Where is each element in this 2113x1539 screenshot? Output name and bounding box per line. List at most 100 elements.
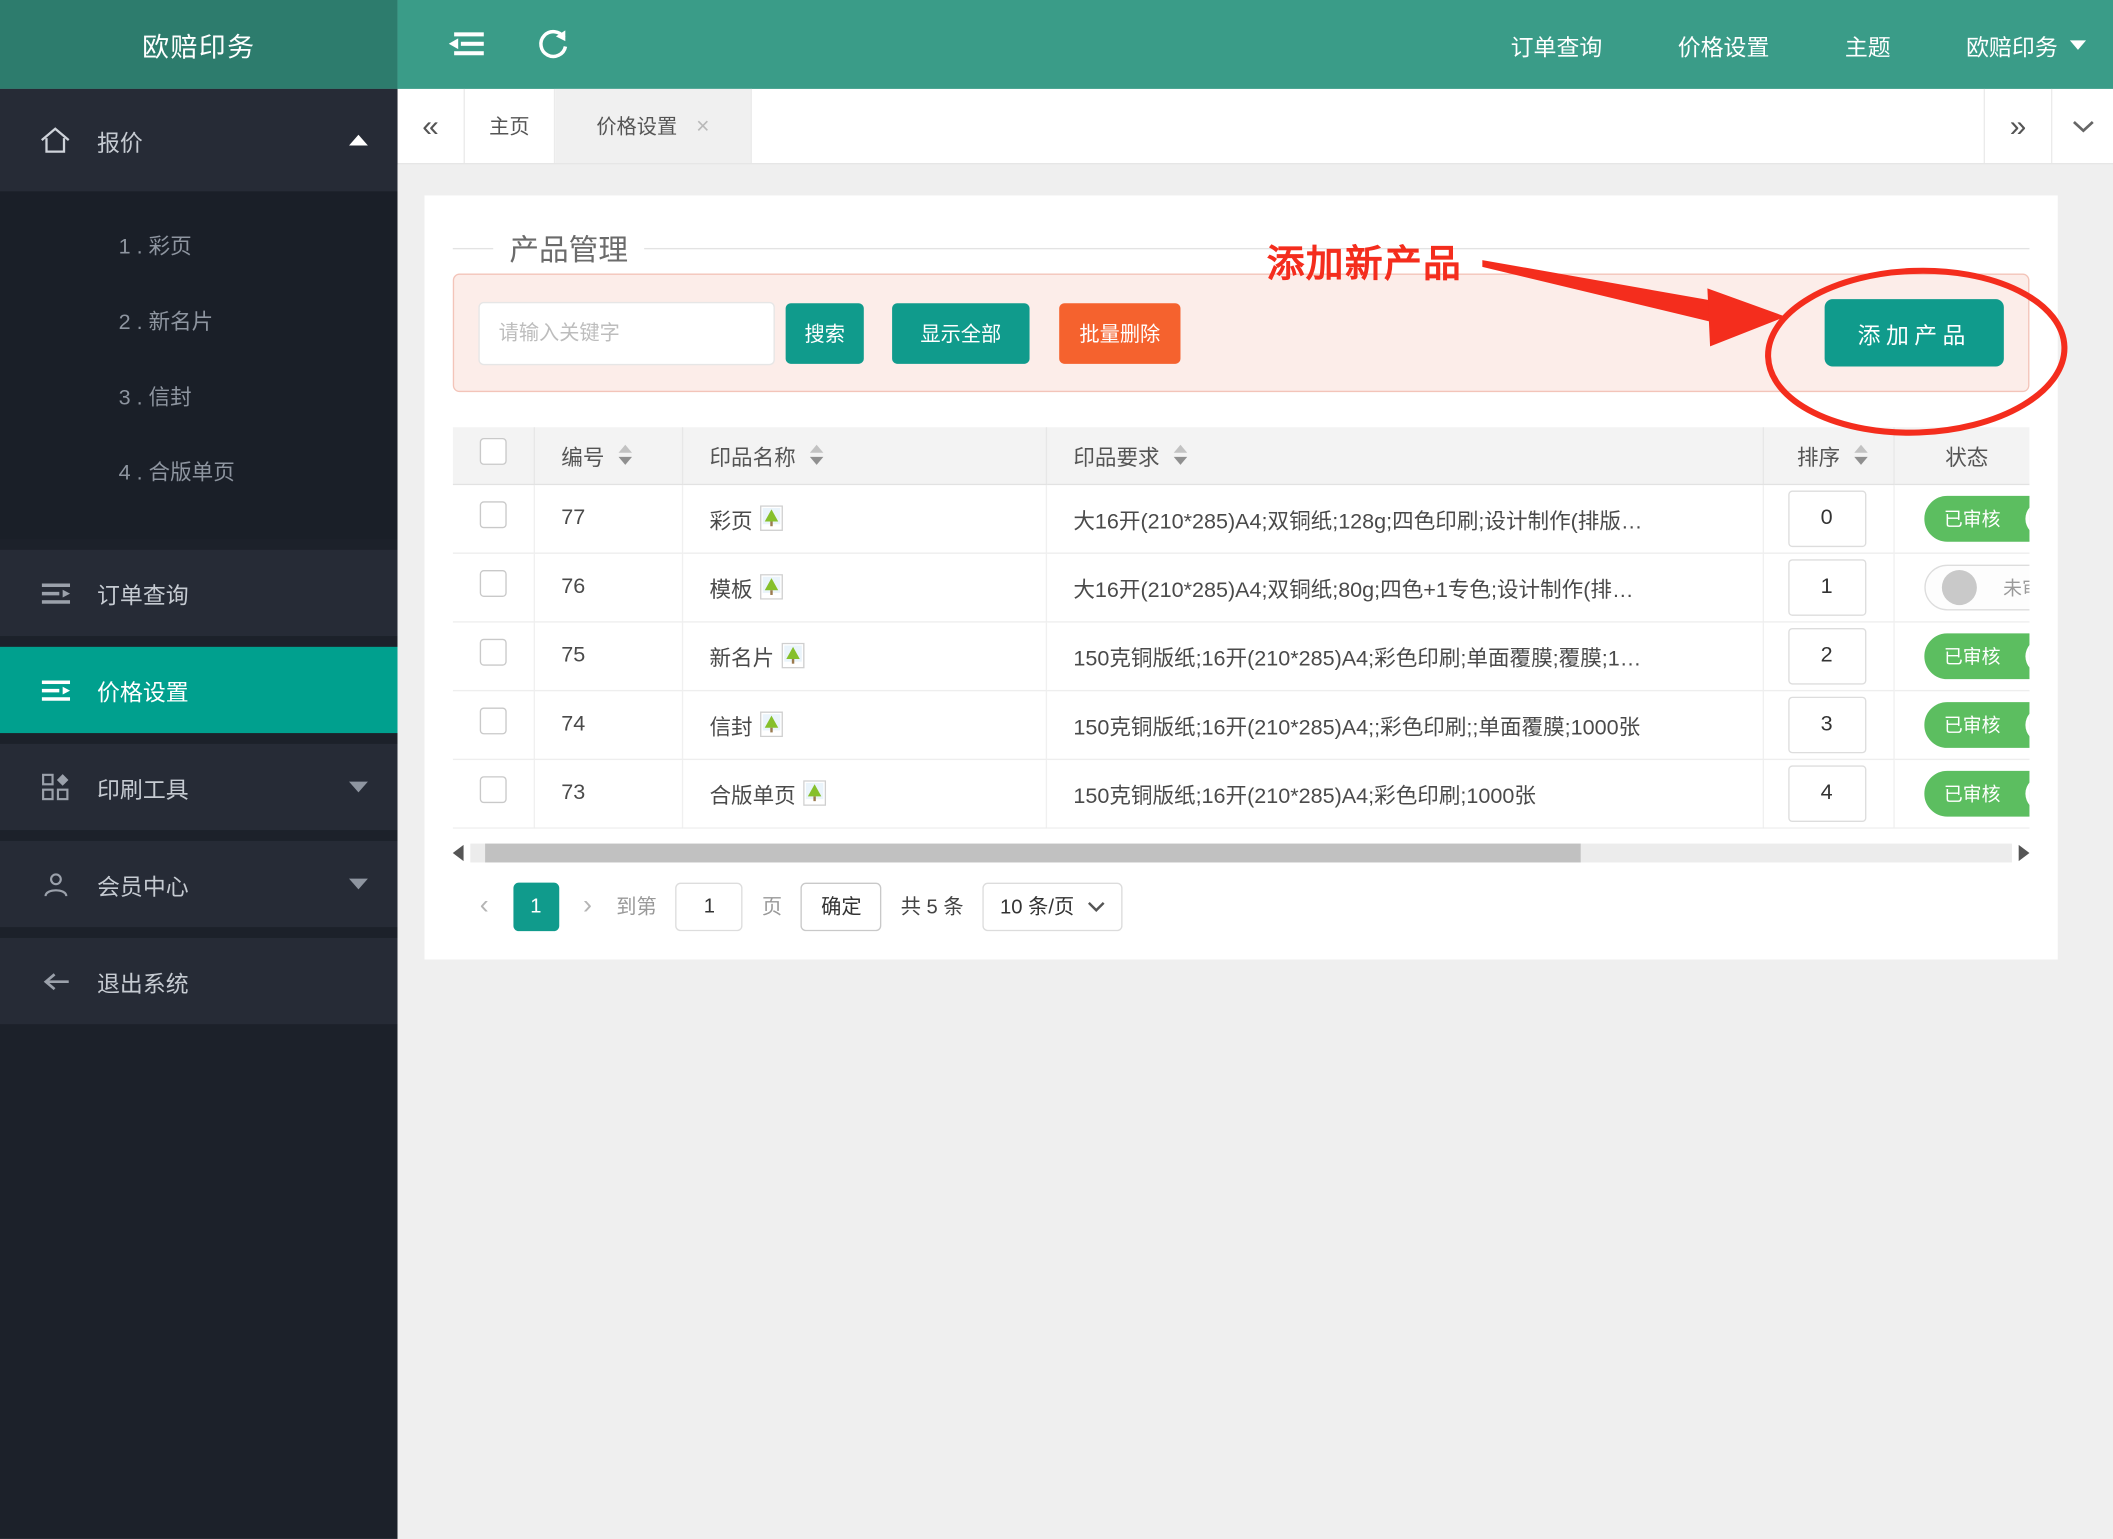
sidebar-item-order-query[interactable]: 订单查询 [0,549,398,637]
tabs-scroll-left-icon[interactable]: « [398,88,465,164]
image-thumbnail-icon[interactable] [759,711,783,738]
add-product-button[interactable]: 添加产品 [1824,299,2004,367]
header-name[interactable]: 印品名称 [681,427,1047,485]
tab-home[interactable]: 主页 [465,88,556,164]
close-icon[interactable]: × [696,113,709,140]
table-row: 77 彩页 大16开(210*285)A4;双铜纸;128g;四色印刷;设计制作… [452,483,2030,554]
image-thumbnail-icon[interactable] [780,642,804,669]
toggle-knob [2024,638,2030,674]
cell-name: 合版单页 [709,784,796,808]
legend-line [644,247,2030,249]
nav-theme[interactable]: 主题 [1845,28,1891,62]
cell-name: 彩页 [709,510,753,533]
tab-label: 主页 [489,115,530,139]
row-checkbox[interactable] [479,638,507,666]
topbar-nav: 订单查询 价格设置 主题 欧赔印务 [1511,28,2087,62]
sort-icon[interactable] [809,445,823,466]
next-page-icon[interactable]: › [578,891,598,922]
sort-icon[interactable] [1853,445,1868,466]
app-viewport: 欧赔印务 订单查询 价格设置 主题 欧赔印务 报价 1 . 彩页 2 . 新名片… [0,0,2113,1539]
chevron-down-icon [2069,39,2087,50]
tab-price-setting[interactable]: 价格设置 × [555,88,752,164]
sidebar-toggle-icon[interactable] [448,30,485,58]
cell-requirement: 大16开(210*285)A4;双铜纸;80g;四色+1专色;设计制作(排… [1073,578,1634,602]
product-management-card: 产品管理 搜索 显示全部 批量删除 添加产品 [424,195,2058,959]
image-thumbnail-icon[interactable] [802,780,826,806]
scrollbar-thumb[interactable] [485,842,1581,862]
image-thumbnail-icon[interactable] [759,574,783,600]
home-icon [38,125,73,155]
screenshot-stage: 欧赔印务 订单查询 价格设置 主题 欧赔印务 报价 1 . 彩页 2 . 新名片… [0,0,2113,1539]
sidebar-item-label: 退出系统 [97,970,189,997]
product-table: 编号 印品名称 印品要求 排序 状态 77 彩页 大16开(210*285)A4… [452,427,2030,829]
status-toggle[interactable]: 已审核 [1923,770,2030,816]
header-status: 状态 [1893,427,2030,485]
card-legend: 产品管理 [452,195,2030,268]
sidebar-item-price-setting[interactable]: 价格设置 [0,646,398,734]
page-size-select[interactable]: 10 条/页 [982,881,1123,931]
topbar: 欧赔印务 订单查询 价格设置 主题 欧赔印务 [0,0,2113,89]
tabs-scroll-right-icon[interactable]: » [1983,88,2051,164]
page-title: 产品管理 [509,233,628,267]
sort-value-input[interactable] [1787,696,1866,753]
nav-price-setting[interactable]: 价格设置 [1678,28,1770,62]
page-number-button[interactable]: 1 [512,881,559,931]
row-checkbox[interactable] [479,570,507,597]
cell-id: 76 [533,552,683,622]
row-checkbox[interactable] [479,707,507,735]
header-id[interactable]: 编号 [533,427,683,485]
page-size-value: 10 条/页 [1000,896,1075,920]
scroll-left-arrow-icon[interactable] [452,844,464,861]
sidebar-item-logout[interactable]: 退出系统 [0,937,398,1025]
header-requirement[interactable]: 印品要求 [1045,427,1764,485]
user-menu[interactable]: 欧赔印务 [1966,28,2087,62]
search-input[interactable] [478,301,775,365]
product-table-container: 编号 印品名称 印品要求 排序 状态 77 彩页 大16开(210*285)A4… [452,427,2030,829]
chevron-down-icon [1088,901,1105,912]
show-all-button[interactable]: 显示全部 [892,302,1030,364]
sort-icon[interactable] [1173,445,1187,466]
status-toggle[interactable]: 已审核 [1923,701,2030,748]
goto-page-input[interactable] [675,881,744,931]
row-checkbox[interactable] [479,501,507,529]
sidebar-item-label: 印刷工具 [97,776,189,803]
sort-value-input[interactable] [1787,558,1866,616]
status-toggle[interactable]: 未审核 [1923,563,2030,610]
submenu-item-color-page[interactable]: 1 . 彩页 [0,210,398,285]
status-toggle[interactable]: 已审核 [1923,495,2030,542]
submenu-item-business-card[interactable]: 2 . 新名片 [0,286,398,361]
header-sort[interactable]: 排序 [1762,427,1895,485]
sidebar-item-print-tools[interactable]: 印刷工具 [0,743,398,831]
list-icon [38,679,73,702]
select-all-checkbox[interactable] [479,438,507,466]
prev-page-icon[interactable]: ‹ [474,891,494,922]
status-badge: 已审核 [1943,644,2001,667]
status-toggle[interactable]: 已审核 [1923,632,2030,679]
sort-value-input[interactable] [1787,627,1866,684]
sort-value-input[interactable] [1787,764,1866,822]
image-thumbnail-icon[interactable] [759,505,783,531]
sort-icon[interactable] [617,445,632,466]
scroll-right-arrow-icon[interactable] [2018,844,2030,861]
sort-value-input[interactable] [1787,489,1866,547]
submenu-item-envelope[interactable]: 3 . 信封 [0,361,398,436]
cell-name: 新名片 [709,647,775,671]
grid-icon [38,773,73,801]
sidebar-item-member-center[interactable]: 会员中心 [0,840,398,928]
cell-requirement: 150克铜版纸;16开(210*285)A4;彩色印刷;1000张 [1073,784,1536,808]
sidebar-item-quote[interactable]: 报价 [0,88,398,192]
status-badge: 已审核 [1943,782,2001,804]
toggle-knob [2024,775,2030,811]
nav-order-query[interactable]: 订单查询 [1511,28,1603,62]
submenu-item-combined-sheet[interactable]: 4 . 合版单页 [0,437,398,512]
confirm-button[interactable]: 确定 [800,881,882,931]
search-button[interactable]: 搜索 [785,302,864,364]
refresh-icon[interactable] [536,28,568,60]
row-checkbox[interactable] [479,776,507,804]
page-unit-label: 页 [761,896,783,920]
user-icon [38,871,73,897]
tabs-menu-chevron-icon[interactable] [2051,88,2113,164]
scrollbar-track[interactable] [470,842,2012,862]
tabbar-spacer [752,89,1984,163]
batch-delete-button[interactable]: 批量删除 [1059,302,1181,364]
